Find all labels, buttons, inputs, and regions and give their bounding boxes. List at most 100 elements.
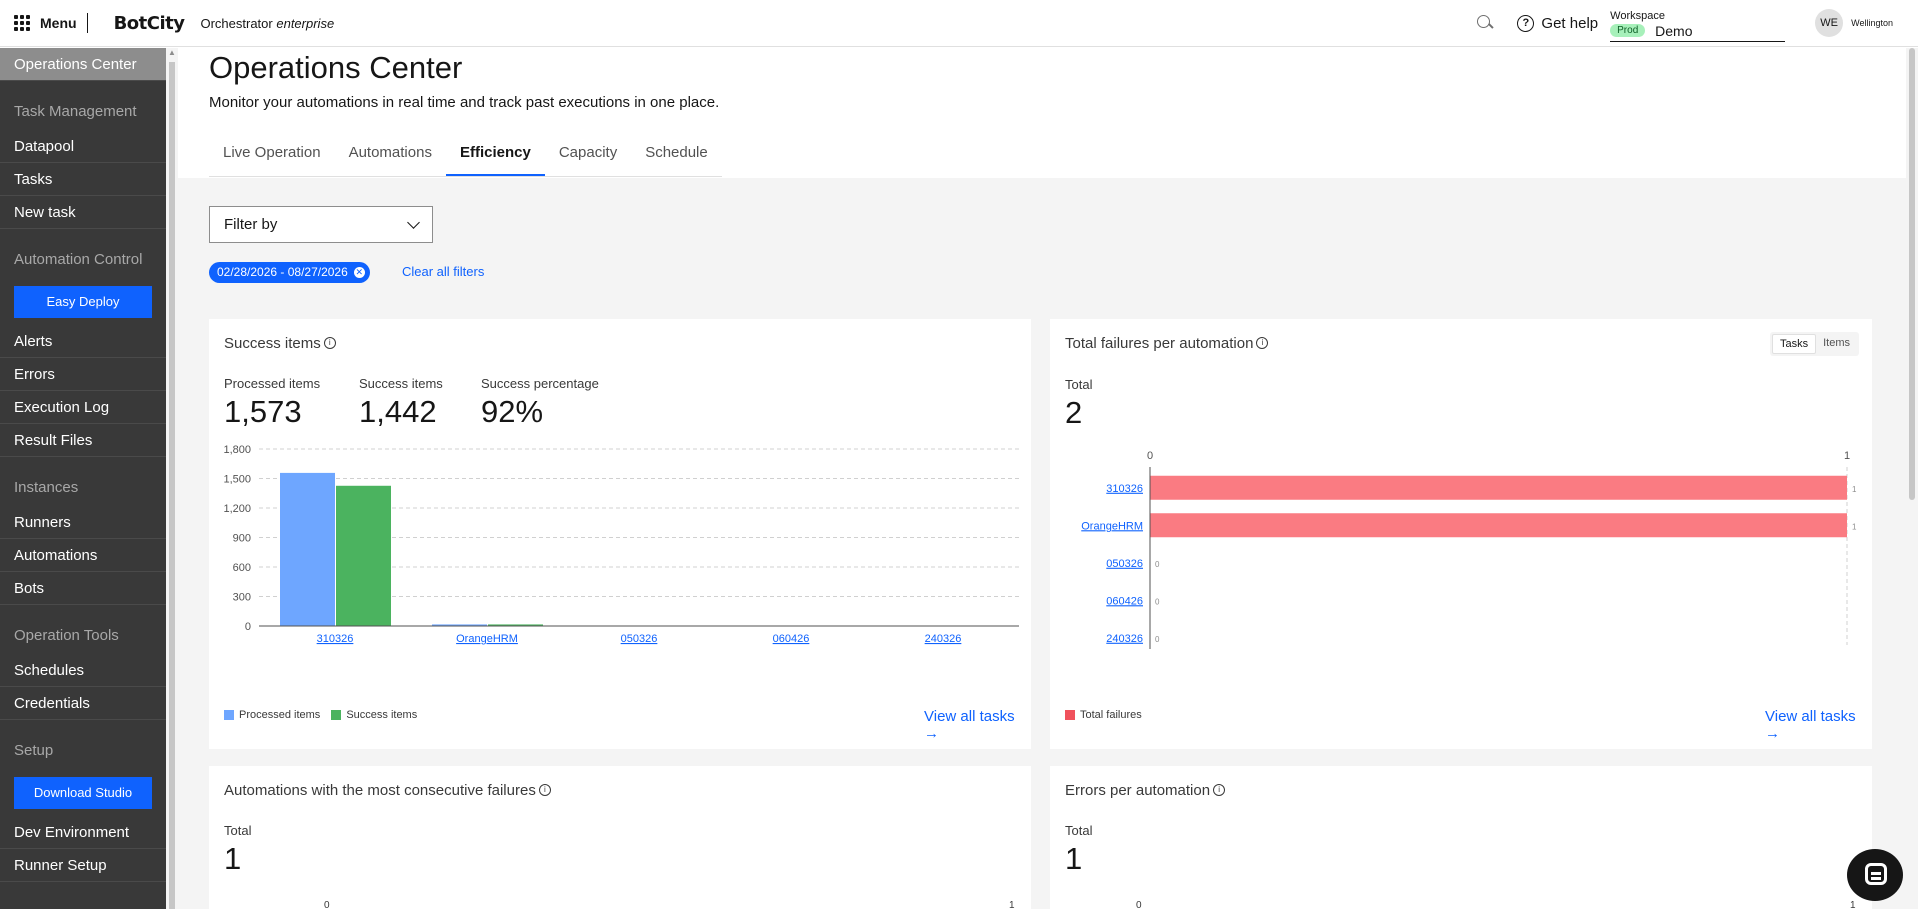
- data-label-060426: 0: [1155, 597, 1160, 606]
- main-content: Operations Center Monitor your automatio…: [178, 48, 1906, 909]
- sidebar-item-schedules[interactable]: Schedules: [0, 654, 166, 687]
- download-studio-button[interactable]: Download Studio: [14, 777, 152, 809]
- product-title: Orchestrator: [200, 15, 273, 31]
- sidebar-item-runner-setup[interactable]: Runner Setup: [0, 849, 166, 882]
- y-tick-label-240326[interactable]: 240326: [1106, 633, 1143, 645]
- product-edition: enterprise: [276, 15, 335, 31]
- y-tick-label-OrangeHRM[interactable]: OrangeHRM: [1081, 520, 1143, 532]
- sidebar-item-execution-log[interactable]: Execution Log: [0, 391, 166, 424]
- sidebar-item-errors[interactable]: Errors: [0, 358, 166, 391]
- x-tick-label-240326[interactable]: 240326: [925, 633, 962, 645]
- user-name[interactable]: Wellington: [1851, 18, 1893, 28]
- workspace-label: Workspace: [1610, 10, 1665, 22]
- workspace-selector[interactable]: Workspace Prod Demo: [1610, 4, 1786, 42]
- sidebar-item-credentials[interactable]: Credentials: [0, 687, 166, 720]
- sidebar-item-automations[interactable]: Automations: [0, 539, 166, 572]
- sidebar-item-alerts[interactable]: Alerts: [0, 325, 166, 358]
- toggle-tasks[interactable]: Tasks: [1771, 334, 1817, 354]
- y-tick-label-310326[interactable]: 310326: [1106, 483, 1143, 495]
- chat-icon: [1865, 863, 1887, 885]
- sidebar-item-runners[interactable]: Runners: [0, 506, 166, 539]
- sidebar-item-new-task[interactable]: New task: [0, 196, 166, 229]
- info-icon[interactable]: i: [538, 784, 551, 796]
- data-label-310326: 1: [1852, 485, 1857, 494]
- success-items-title: Success items i: [224, 335, 336, 352]
- total-failures-card: Total failures per automation i Tasks Ite…: [1050, 319, 1872, 749]
- tab-schedule[interactable]: Schedule: [631, 136, 722, 176]
- menu-button[interactable]: Menu: [0, 0, 77, 46]
- x-tick-label-310326[interactable]: 310326: [317, 633, 354, 645]
- tab-automations[interactable]: Automations: [335, 136, 446, 176]
- total-failures-bar-chart: 0 1 310326 1 OrangeHRM 1 050326 0 060426 0 240326 0: [1081, 450, 1857, 649]
- filter-dropdown[interactable]: Filter by: [209, 206, 433, 243]
- sidebar-item-operations-center[interactable]: Operations Center: [0, 48, 166, 81]
- sidebar-item-datapool[interactable]: Datapool: [0, 130, 166, 163]
- total-value: 2: [1065, 395, 1083, 430]
- total-failures-title: Total failures per automation i: [1065, 335, 1269, 352]
- search-icon[interactable]: [1475, 13, 1495, 33]
- tab-efficiency[interactable]: Efficiency: [445, 136, 545, 176]
- clear-all-filters-link[interactable]: Clear all filters: [402, 264, 484, 279]
- bar-310326-0[interactable]: [280, 472, 335, 626]
- sidebar-scroll-thumb[interactable]: [169, 62, 175, 909]
- errors-per-automation-title: Errors per automation i: [1065, 782, 1226, 799]
- chat-support-button[interactable]: [1847, 849, 1903, 901]
- card-title-text: Automations with the most consecutive fa…: [224, 782, 536, 799]
- tab-capacity[interactable]: Capacity: [545, 136, 631, 176]
- sidebar-group-setup: Setup: [14, 742, 54, 759]
- easy-deploy-button[interactable]: Easy Deploy: [14, 286, 152, 318]
- sidebar-item-bots[interactable]: Bots: [0, 572, 166, 605]
- sidebar-group-operation-tools: Operation Tools: [14, 627, 119, 644]
- y-tick-label: 600: [233, 562, 251, 574]
- scroll-up-arrow-icon[interactable]: ▲: [168, 48, 176, 57]
- app-grid-icon: [14, 15, 30, 31]
- view-all-tasks-link[interactable]: View all tasks →: [924, 708, 1031, 742]
- total-label: Total: [1065, 377, 1093, 392]
- y-tick-label-050326[interactable]: 050326: [1106, 558, 1143, 570]
- sidebar-item-result-files[interactable]: Result Files: [0, 424, 166, 457]
- total-label: Total: [1065, 823, 1093, 838]
- tab-live-operation[interactable]: Live Operation: [209, 136, 335, 176]
- axis-tick-1: 1: [1009, 900, 1015, 909]
- avatar[interactable]: WE: [1815, 9, 1844, 37]
- legend-swatch-processed: [224, 710, 234, 720]
- page-description: Monitor your automations in real time an…: [209, 94, 720, 111]
- workspace-env-badge: Prod: [1610, 24, 1646, 37]
- sidebar-item-tasks[interactable]: Tasks: [0, 163, 166, 196]
- view-all-tasks-link[interactable]: View all tasks →: [1765, 708, 1872, 742]
- legend-total-failures: Total failures: [1080, 709, 1142, 721]
- page-scroll-thumb[interactable]: [1909, 48, 1915, 500]
- total-label: Total: [224, 823, 252, 838]
- y-tick-label: 1,800: [223, 444, 251, 456]
- sidebar-item-dev-environment[interactable]: Dev Environment: [0, 816, 166, 849]
- bar-310326-1[interactable]: [336, 485, 391, 626]
- success-percentage-label: Success percentage: [481, 376, 599, 391]
- get-help-button[interactable]: ? Get help: [1517, 14, 1598, 32]
- close-icon[interactable]: ✕: [353, 267, 365, 278]
- bar-OrangeHRM[interactable]: [1150, 513, 1847, 538]
- filter-label: Filter by: [224, 216, 278, 233]
- info-icon[interactable]: i: [1256, 337, 1269, 349]
- success-items-bar-chart: 0 300 600 900 1,200 1,500 1,800 310326 OrangeHRM…: [223, 444, 1019, 645]
- legend-success-items: Success items: [346, 709, 418, 721]
- total-failures-legend: Total failures: [1065, 709, 1142, 721]
- info-icon[interactable]: i: [323, 337, 336, 349]
- processed-items-value: 1,573: [224, 394, 302, 429]
- y-tick-label-060426[interactable]: 060426: [1106, 595, 1143, 607]
- date-filter-tag[interactable]: 02/28/2026 - 08/27/2026 ✕: [209, 262, 370, 283]
- botcity-logo[interactable]: BotCity: [114, 13, 185, 34]
- x-tick-label-060426[interactable]: 060426: [773, 633, 810, 645]
- page-header: Operations Center Monitor your automatio…: [178, 48, 1906, 178]
- toggle-items[interactable]: Items: [1816, 334, 1857, 354]
- x-tick-label-050326[interactable]: 050326: [621, 633, 658, 645]
- y-tick-label: 300: [233, 592, 251, 604]
- sidebar-scrollbar[interactable]: ▲: [166, 48, 178, 909]
- page-scrollbar[interactable]: [1906, 48, 1918, 909]
- sidebar-group-task-management: Task Management: [14, 103, 137, 120]
- y-tick-label: 900: [233, 533, 251, 545]
- info-icon[interactable]: i: [1213, 784, 1226, 796]
- x-tick-label-OrangeHRM[interactable]: OrangeHRM: [456, 633, 518, 645]
- top-bar: Menu BotCity Orchestrator enterprise ? G…: [0, 0, 1918, 47]
- x-tick-label: 1: [1844, 450, 1850, 462]
- bar-310326[interactable]: [1150, 475, 1847, 500]
